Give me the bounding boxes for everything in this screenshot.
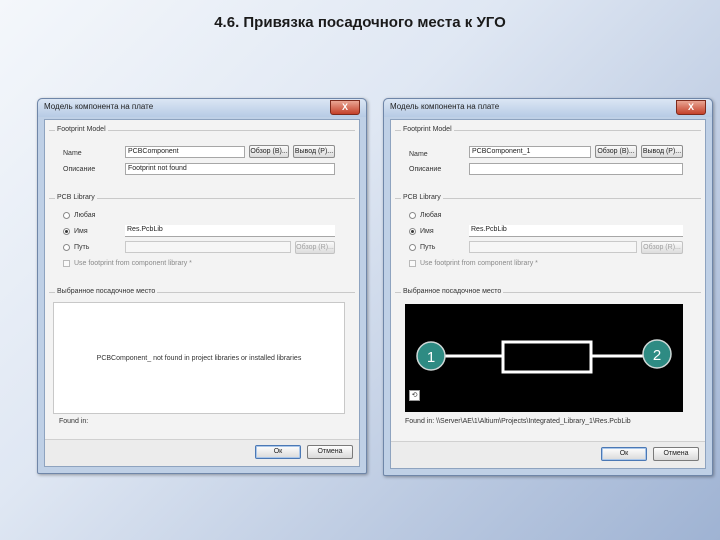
dialog-title: Модель компонента на плате (390, 102, 500, 111)
resistor-body (501, 340, 593, 374)
library-path-input[interactable] (125, 241, 291, 253)
dialog-client: Footprint Model Name PCBComponent_1 Обзо… (390, 119, 706, 469)
selected-footprint-group: Выбранное посадочное место (401, 288, 504, 295)
pad-2-label: 2 (653, 347, 661, 364)
dialog-button-bar: Ок Отмена (45, 439, 359, 466)
pcb-library-group: PCB Library (401, 194, 443, 201)
close-button[interactable]: X (330, 100, 360, 115)
dialog-title: Модель компонента на плате (44, 102, 154, 111)
dialog-client: Footprint Model Name PCBComponent Обзор … (44, 119, 360, 467)
radio-path[interactable] (63, 244, 70, 251)
browse-button[interactable]: Обзор (B)... (595, 145, 637, 158)
footprint-dialog-right: Модель компонента на плате X Footprint M… (383, 98, 713, 476)
description-input[interactable] (469, 163, 683, 175)
footprint-model-group: Footprint Model (55, 126, 108, 133)
footprint-dialog-left: Модель компонента на плате X Footprint M… (37, 98, 367, 474)
selected-footprint-group: Выбранное посадочное место (55, 288, 158, 295)
library-name-input[interactable]: Res.PcbLib (469, 225, 683, 237)
description-label: Описание (63, 166, 96, 173)
pin-map-button[interactable]: Вывод (P)... (293, 145, 335, 158)
name-label: Name (63, 150, 82, 157)
library-name-input[interactable]: Res.PcbLib (125, 225, 335, 237)
radio-any[interactable] (63, 212, 70, 219)
cancel-button[interactable]: Отмена (653, 447, 699, 461)
ok-button[interactable]: Ок (255, 445, 301, 459)
found-in-label: Found in: (59, 418, 89, 425)
radio-path-label: Путь (74, 244, 90, 251)
close-button[interactable]: X (676, 100, 706, 115)
radio-name[interactable] (63, 228, 70, 235)
name-input[interactable]: PCBComponent (125, 146, 245, 158)
pad-1-label: 1 (427, 349, 435, 366)
use-footprint-label: Use footprint from component library * (74, 260, 192, 267)
name-input[interactable]: PCBComponent_1 (469, 146, 591, 158)
radio-name-label: Имя (420, 228, 434, 235)
path-browse-button[interactable]: Обзор (R)... (641, 241, 683, 254)
cancel-button[interactable]: Отмена (307, 445, 353, 459)
footprint-model-group: Footprint Model (401, 126, 454, 133)
radio-path-label: Путь (420, 244, 436, 251)
use-footprint-checkbox[interactable] (63, 260, 70, 267)
footprint-preview: 1 2 ⟲ (405, 304, 683, 412)
use-footprint-label: Use footprint from component library * (420, 260, 538, 267)
preview-message: PCBComponent_ not found in project libra… (96, 355, 302, 362)
radio-any[interactable] (409, 212, 416, 219)
resistor-footprint-graphic: 1 2 (416, 339, 672, 374)
dialog-titlebar[interactable]: Модель компонента на плате X (38, 99, 366, 117)
browse-button[interactable]: Обзор (B)... (249, 145, 289, 158)
radio-path[interactable] (409, 244, 416, 251)
slide-title: 4.6. Привязка посадочного места к УГО (214, 14, 506, 31)
name-label: Name (409, 151, 428, 158)
description-input[interactable]: Footprint not found (125, 163, 335, 175)
radio-name-label: Имя (74, 228, 88, 235)
pin-map-button[interactable]: Вывод (P)... (641, 145, 683, 158)
found-in-path: Found in: \\Server\AE\1\Altium\Projects\… (405, 418, 631, 425)
ok-button[interactable]: Ок (601, 447, 647, 461)
pcb-library-group: PCB Library (55, 194, 97, 201)
use-footprint-checkbox[interactable] (409, 260, 416, 267)
description-label: Описание (409, 166, 442, 173)
dialog-titlebar[interactable]: Модель компонента на плате X (384, 99, 712, 117)
dialog-button-bar: Ок Отмена (391, 441, 705, 468)
view-3d-icon[interactable]: ⟲ (409, 390, 420, 401)
path-browse-button[interactable]: Обзор (R)... (295, 241, 335, 254)
radio-any-label: Любая (420, 212, 442, 219)
radio-any-label: Любая (74, 212, 96, 219)
footprint-preview: PCBComponent_ not found in project libra… (53, 302, 345, 414)
radio-name[interactable] (409, 228, 416, 235)
library-path-input[interactable] (469, 241, 637, 253)
